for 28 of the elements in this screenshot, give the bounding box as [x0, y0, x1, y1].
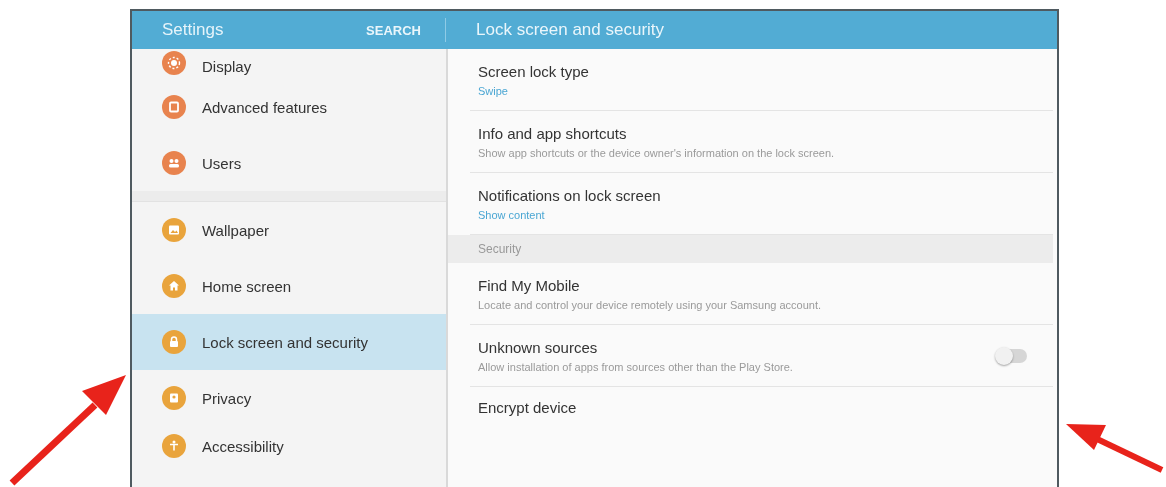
sidebar-item[interactable]: Lock screen and security: [132, 314, 446, 370]
setting-title: Notifications on lock screen: [478, 186, 662, 204]
setting-title: Encrypt device: [478, 398, 578, 416]
app-title: Settings: [162, 20, 224, 40]
setting-value: Show content: [478, 208, 546, 221]
setting-title: Find My Mobile: [478, 276, 581, 294]
setting-description: Locate and control your device remotely using your Samsung account.: [478, 298, 823, 311]
setting-description: Allow installation of apps from sources other than the Play Store.: [478, 360, 794, 373]
pane-title: Lock screen and security: [476, 20, 665, 40]
setting-value: Swipe: [478, 84, 509, 97]
setting-row[interactable]: Info and app shortcuts Show app shortcuts or the device owner's information on the lock screen.: [470, 111, 1053, 173]
setting-row[interactable]: Encrypt device: [470, 387, 1053, 427]
sidebar-item[interactable]: Users: [132, 135, 446, 191]
setting-description: Show app shortcuts or the device owner's information on the lock screen.: [478, 146, 836, 159]
setting-row[interactable]: Screen lock type Swipe: [470, 49, 1053, 111]
setting-title: Unknown sources: [478, 338, 599, 356]
sidebar-item[interactable]: Accessibility: [132, 426, 446, 466]
setting-title: Info and app shortcuts: [478, 124, 628, 142]
sidebar-item[interactable]: Home screen: [132, 258, 446, 314]
setting-title: Screen lock type: [478, 62, 590, 80]
setting-row[interactable]: Unknown sources Allow installation of apps from sources other than the Play Store.: [470, 325, 1053, 387]
setting-row[interactable]: Find My Mobile Locate and control your device remotely using your Samsung account.: [470, 263, 1053, 325]
sidebar-item[interactable]: Display: [132, 49, 446, 79]
sidebar-item[interactable]: Wallpaper: [132, 202, 446, 258]
sidebar-item[interactable]: Advanced features: [132, 79, 446, 135]
section-header: Security: [448, 235, 1053, 263]
sidebar-item[interactable]: Privacy: [132, 370, 446, 426]
toggle-switch[interactable]: [997, 348, 1027, 363]
